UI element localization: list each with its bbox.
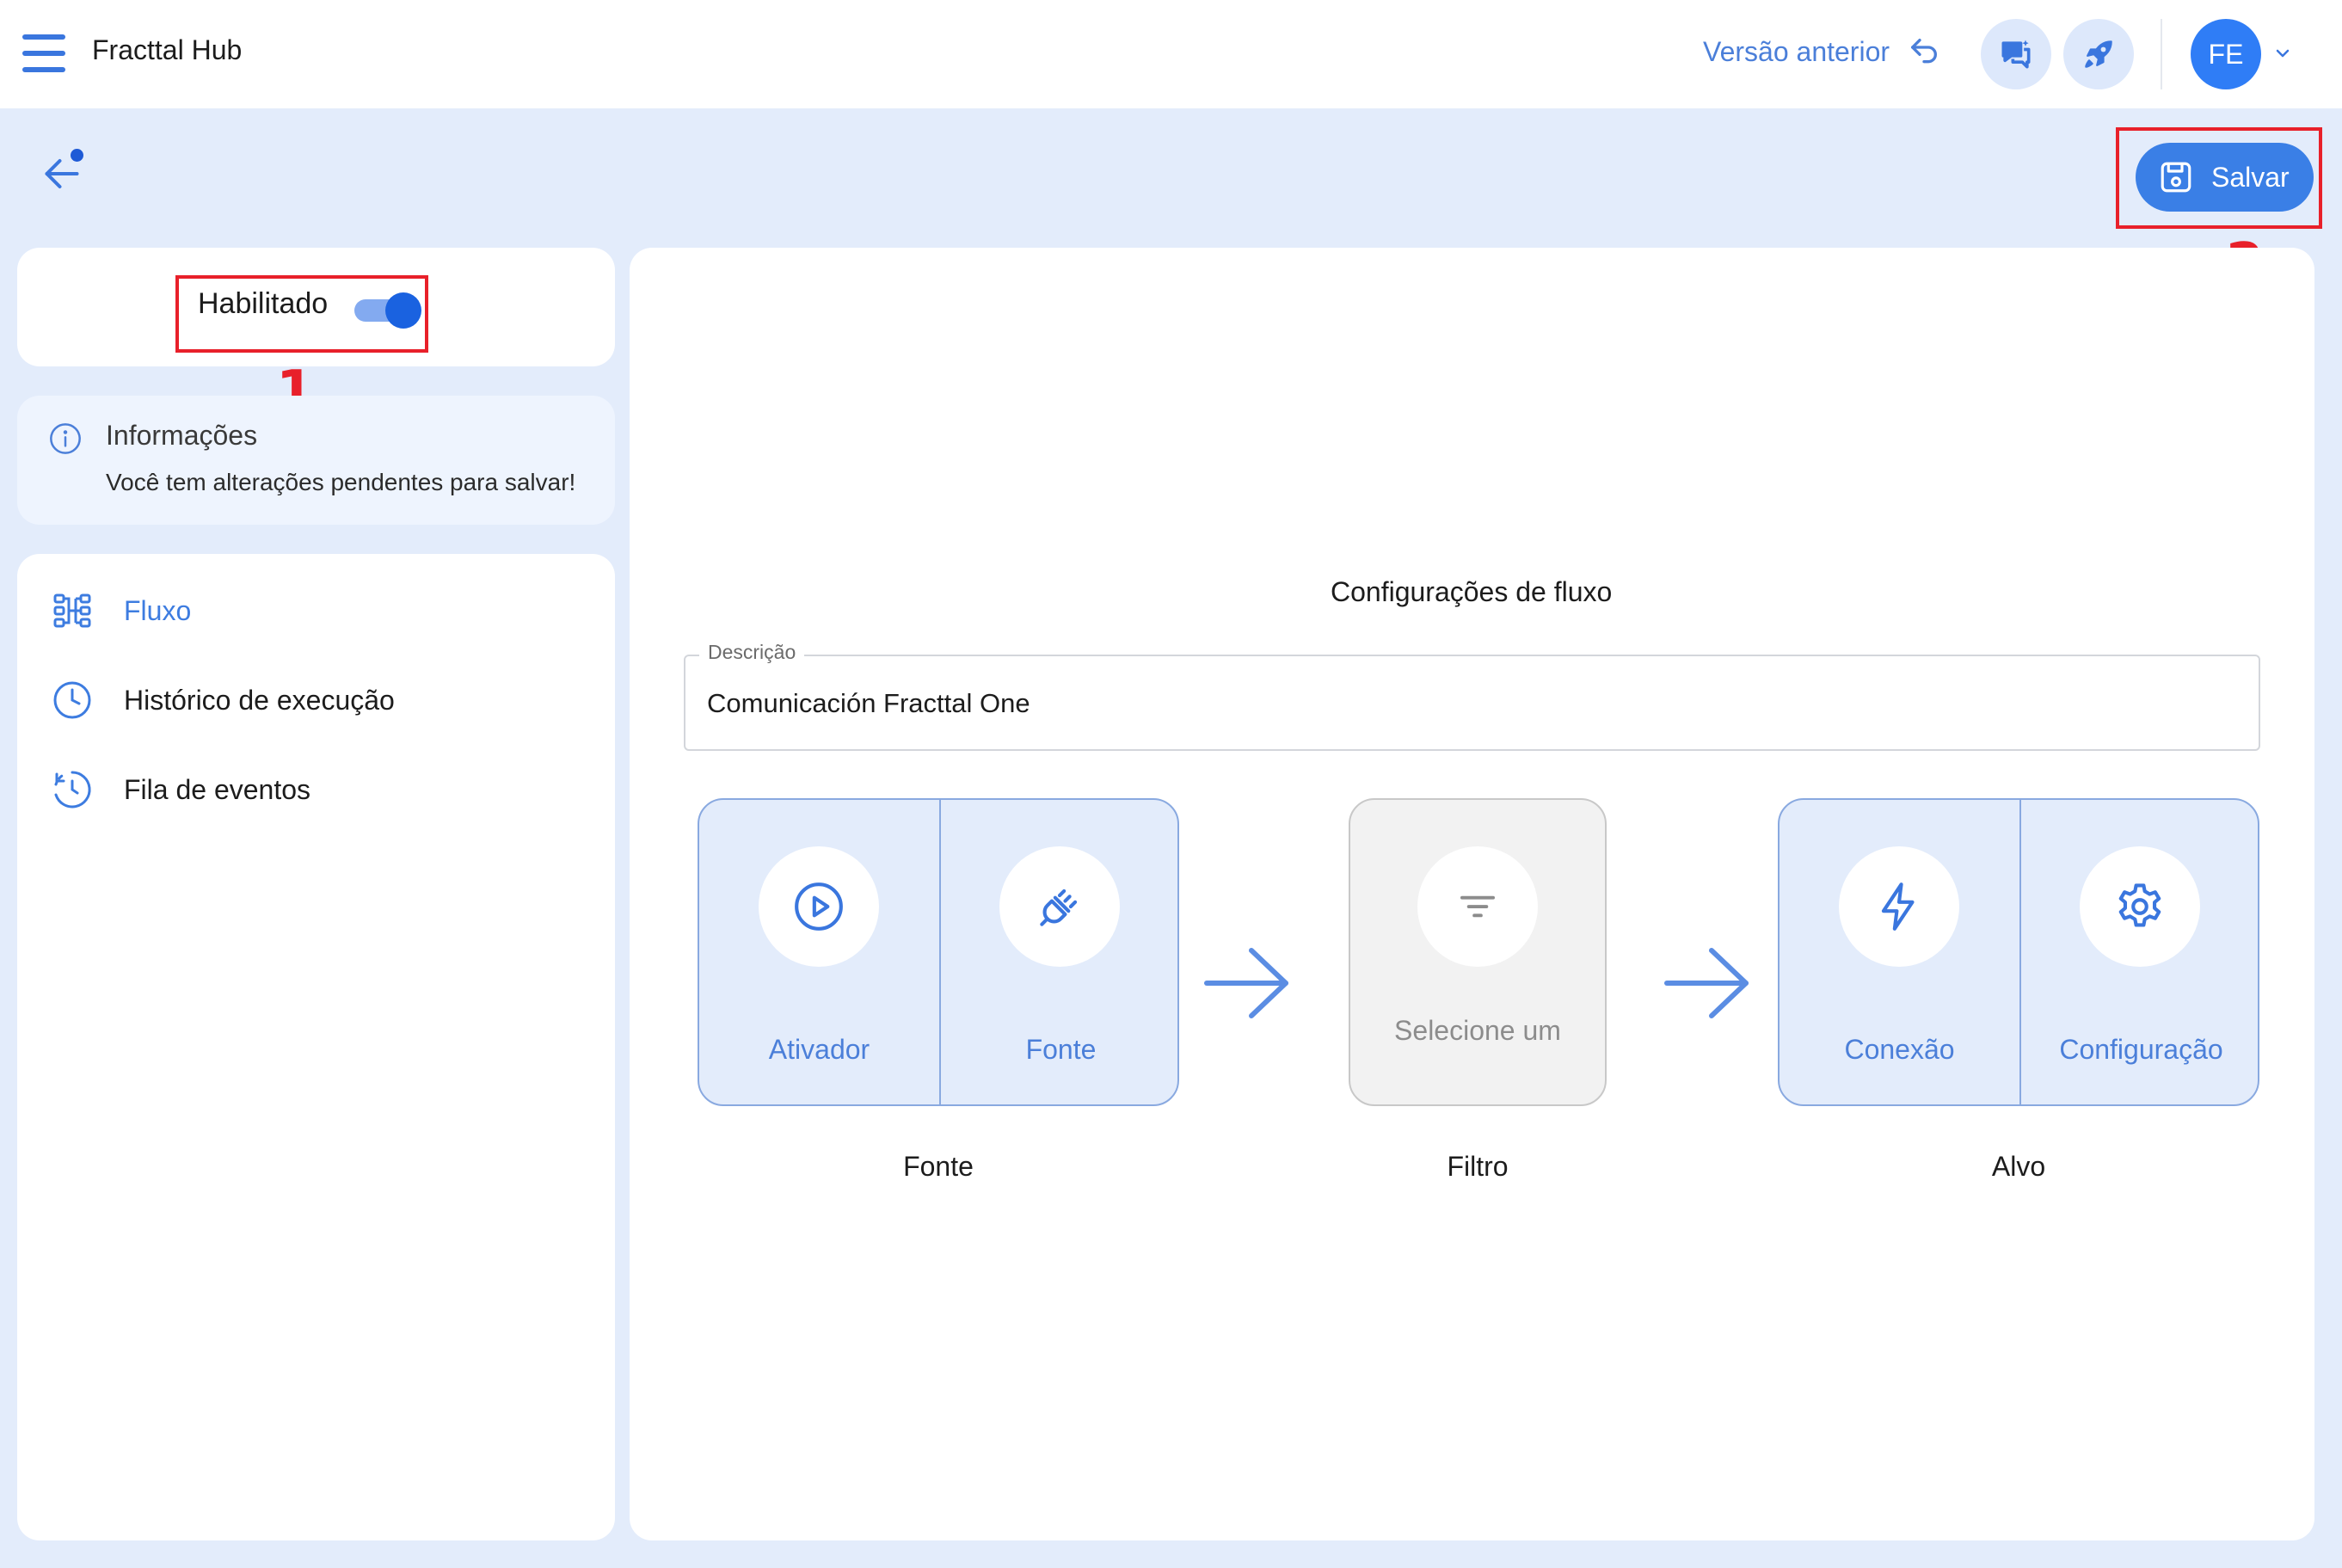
page-title: Configurações de fluxo: [1331, 576, 1613, 607]
sidebar-item-event-queue[interactable]: Fila de eventos: [52, 769, 310, 810]
play-circle-icon: [795, 882, 843, 931]
source-label: Fonte: [1025, 1034, 1097, 1065]
top-bar: Fracttal Hub Versão anterior FE: [0, 0, 2342, 108]
arrow-right-icon: [1204, 948, 1288, 1018]
flow-icon: [53, 593, 91, 628]
sidebar-item-label: Fluxo: [124, 594, 192, 626]
info-card: [17, 396, 615, 525]
header-divider: [2161, 19, 2162, 89]
chat-sparkle-icon: [2001, 40, 2031, 69]
launch-button[interactable]: [2063, 19, 2134, 89]
trigger-circle: [759, 846, 879, 967]
target-caption: Alvo: [1991, 1151, 2046, 1182]
connection-circle: [1839, 846, 1959, 967]
connection-label: Conexão: [1844, 1034, 1955, 1065]
filter-placeholder: Selecione um: [1394, 1015, 1561, 1046]
previous-version-link[interactable]: Versão anterior: [1703, 34, 1941, 69]
configuration-label: Configuração: [2059, 1034, 2223, 1065]
chevron-down-icon[interactable]: [2272, 43, 2293, 64]
info-message: Você tem alterações pendentes para salva…: [106, 469, 576, 495]
filter-tile[interactable]: Selecione um: [1349, 798, 1607, 1106]
filter-circle: [1417, 846, 1538, 967]
unsaved-indicator-dot: [71, 149, 83, 162]
sidebar-item-label: Fila de eventos: [124, 773, 311, 805]
source-tile[interactable]: Fonte: [939, 800, 1177, 1104]
info-icon: [50, 423, 81, 454]
description-input[interactable]: [707, 688, 2238, 719]
avatar[interactable]: FE: [2191, 19, 2261, 89]
history-icon: [54, 771, 91, 809]
callout-box-1: [175, 275, 428, 353]
filter-icon: [1460, 895, 1496, 918]
configuration-circle: [2080, 846, 2200, 967]
sidebar-item-fluxo[interactable]: Fluxo: [52, 590, 191, 631]
previous-version-label: Versão anterior: [1703, 35, 1890, 67]
lightning-icon: [1881, 882, 1915, 931]
rocket-icon: [2085, 40, 2112, 68]
clock-icon: [53, 681, 91, 719]
description-field-label: Descrição: [699, 641, 805, 664]
filter-caption: Filtro: [1447, 1151, 1509, 1182]
menu-icon[interactable]: [22, 34, 65, 72]
undo-icon: [1911, 39, 1937, 64]
plug-icon: [1040, 889, 1078, 926]
source-group: Ativador Fonte: [698, 798, 1179, 1106]
app-title: Fracttal Hub: [92, 34, 243, 65]
gear-icon: [2118, 883, 2161, 927]
sidebar-item-label: Histórico de execução: [124, 684, 395, 716]
callout-box-2: [2116, 127, 2322, 229]
info-title: Informações: [106, 420, 258, 451]
configuration-tile[interactable]: Configuração: [2019, 800, 2258, 1104]
source-circle: [999, 846, 1120, 967]
trigger-tile[interactable]: Ativador: [699, 800, 939, 1104]
target-group: Conexão Configuração: [1778, 798, 2259, 1106]
trigger-label: Ativador: [768, 1034, 870, 1065]
sidebar-item-execution-history[interactable]: Histórico de execução: [52, 679, 395, 721]
ai-chat-button[interactable]: [1981, 19, 2051, 89]
source-caption: Fonte: [903, 1151, 974, 1182]
arrow-right-icon: [1664, 948, 1749, 1018]
connection-tile[interactable]: Conexão: [1780, 800, 2019, 1104]
